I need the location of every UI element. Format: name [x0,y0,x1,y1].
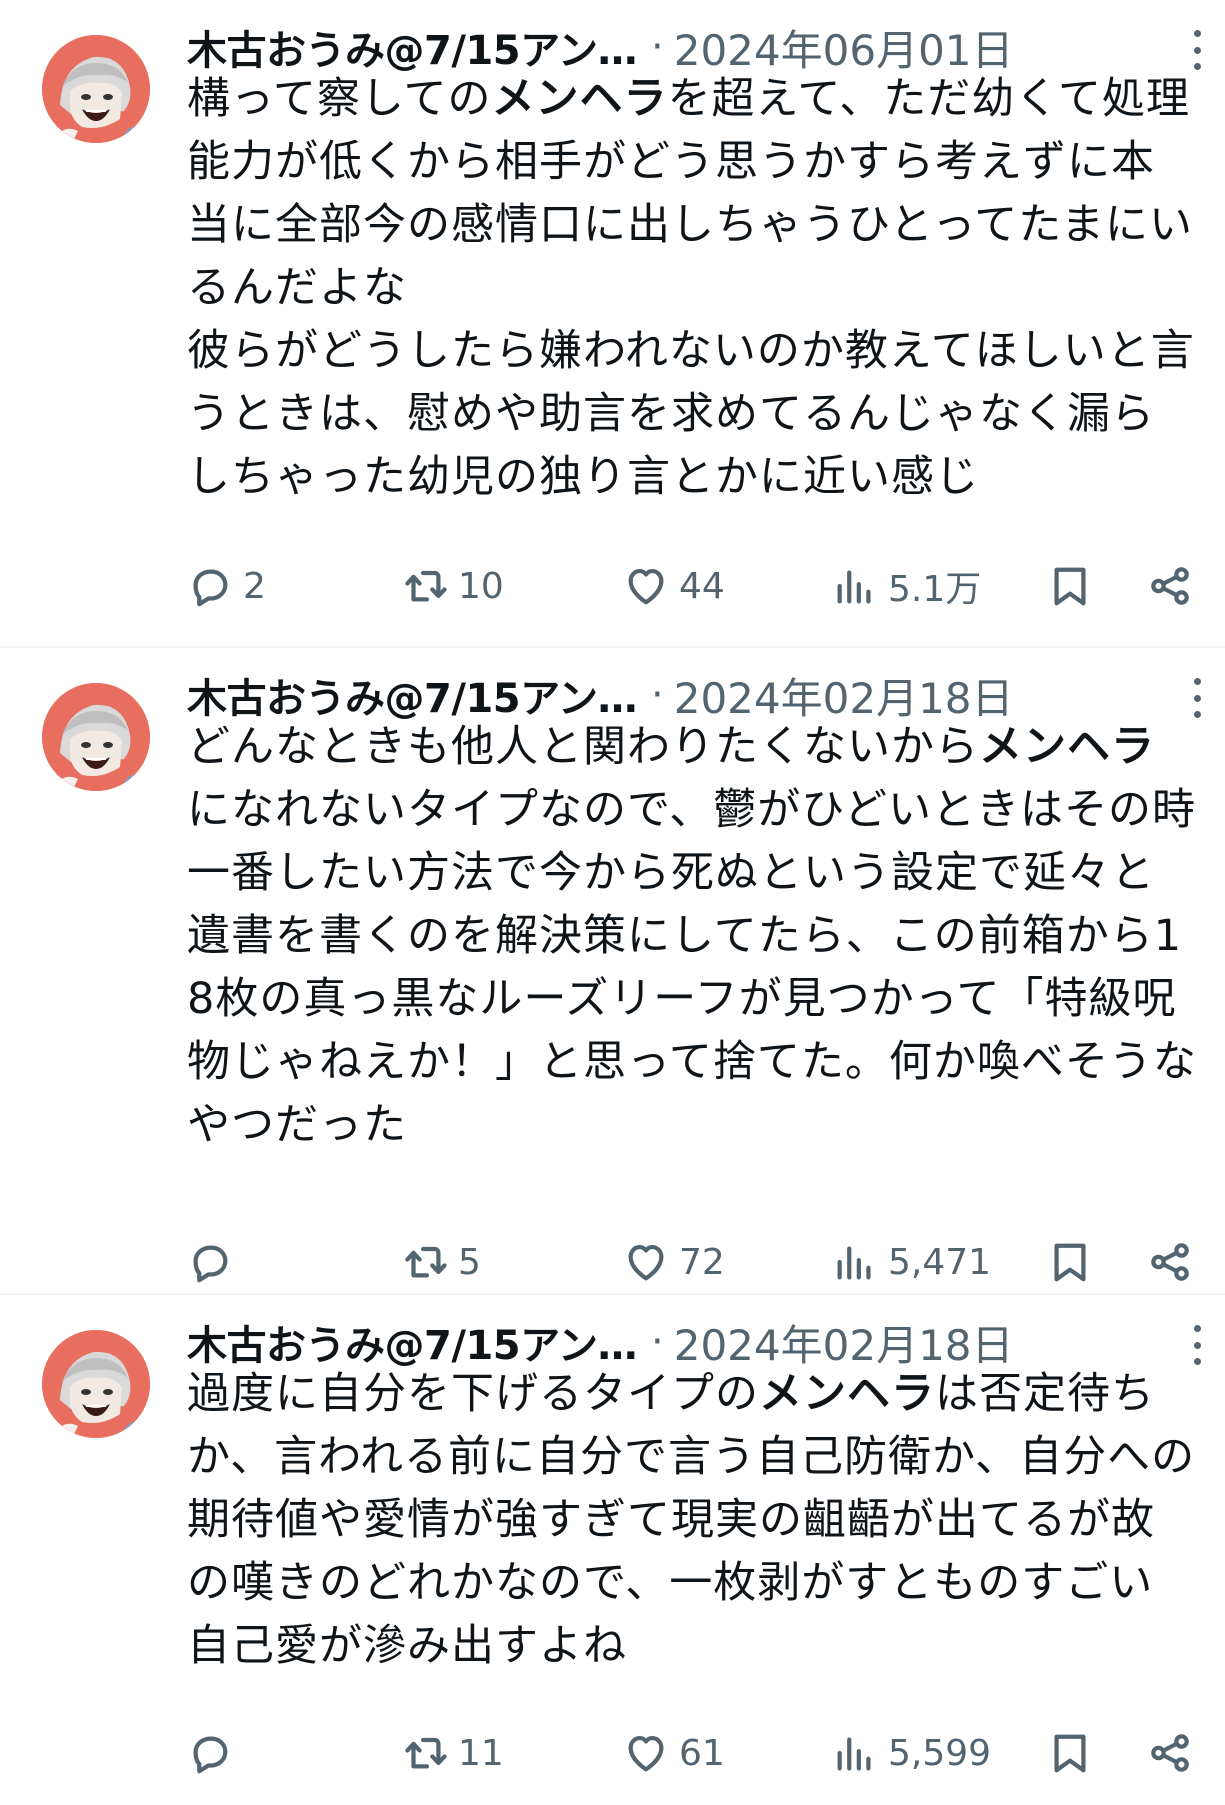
reply-button[interactable]: 2 [187,556,266,616]
view-count: 5,599 [888,1732,992,1774]
highlighted-keyword: メンヘラ [491,74,668,124]
like-button[interactable]: 44 [623,556,725,616]
reply-count: 2 [243,565,266,607]
like-icon [628,568,664,605]
avatar[interactable] [42,1330,150,1438]
like-count: 61 [679,1732,725,1774]
share-icon [1151,567,1189,605]
share-icon [1151,1734,1189,1772]
bookmark-icon [1054,567,1086,606]
reply-button[interactable] [187,1232,243,1292]
share-icon [1151,1243,1189,1281]
tweet-body: 構って察してのメンヘラを超えて、ただ幼くて処理能力が低くから相手がどう思うかすら… [187,74,1195,502]
header-separator: · [651,1319,664,1365]
like-icon [628,1244,664,1281]
retweet-icon [405,570,447,602]
avatar-illustration [42,683,150,791]
views-icon [837,1737,871,1771]
reply-button[interactable] [187,1723,243,1783]
like-count: 72 [679,1241,725,1283]
tweet-actions: 5 72 5,471 [187,1232,1215,1292]
bookmark-icon [1054,1734,1086,1773]
avatar-illustration [42,35,150,143]
share-button[interactable] [1147,1723,1193,1783]
avatar-illustration [42,1330,150,1438]
views-button[interactable]: 5.1万 [832,556,981,616]
share-button[interactable] [1147,556,1193,616]
retweet-button[interactable]: 11 [402,1723,504,1783]
tweet[interactable]: 木古おうみ@7/15アン… · 2024年02月18日 どんなときも他人と関わり… [0,648,1225,1296]
like-button[interactable]: 61 [623,1723,725,1783]
bookmark-button[interactable] [1047,1723,1093,1783]
more-options-icon[interactable] [1183,1325,1211,1365]
views-button[interactable]: 5,599 [832,1723,991,1783]
like-button[interactable]: 72 [623,1232,725,1292]
retweet-icon [405,1737,447,1769]
retweet-button[interactable]: 5 [402,1232,481,1292]
views-icon [837,570,871,604]
retweet-button[interactable]: 10 [402,556,504,616]
highlighted-keyword: メンヘラ [759,1369,935,1419]
like-icon [628,1735,664,1772]
retweet-count: 10 [458,565,504,607]
reply-icon [193,1245,228,1283]
view-count: 5.1万 [888,569,982,610]
tweet-body: 過度に自分を下げるタイプのメンヘラは否定待ちか、言われる前に自分で言う自己防衛か… [187,1369,1196,1671]
avatar[interactable] [42,683,150,791]
retweet-count: 5 [458,1241,481,1283]
reply-icon [193,569,228,607]
view-count: 5,471 [888,1241,992,1283]
tweet-body: どんなときも他人と関わりたくないからメンヘラになれないタイプなので、鬱がひどいと… [187,722,1197,1150]
highlighted-keyword: メンヘラ [979,722,1155,772]
views-button[interactable]: 5,471 [832,1232,991,1292]
reply-icon [193,1736,228,1774]
share-button[interactable] [1147,1232,1193,1292]
avatar[interactable] [42,35,150,143]
views-icon [837,1246,871,1280]
retweet-count: 11 [458,1732,504,1774]
tweet[interactable]: 木古おうみ@7/15アン… · 2024年02月18日 過度に自分を下げるタイプ… [0,1295,1225,1805]
bookmark-icon [1054,1243,1086,1282]
more-options-icon[interactable] [1183,678,1211,718]
tweet[interactable]: 木古おうみ@7/15アン… · 2024年06月01日 構って察してのメンヘラを… [0,0,1225,648]
like-count: 44 [679,565,725,607]
header-separator: · [651,672,664,718]
tweet-actions: 11 61 5,599 [187,1723,1215,1783]
more-options-icon[interactable] [1183,30,1211,70]
tweet-actions: 2 10 44 5.1万 [187,556,1215,616]
retweet-icon [405,1246,447,1278]
bookmark-button[interactable] [1047,1232,1093,1292]
bookmark-button[interactable] [1047,556,1093,616]
header-separator: · [651,24,664,70]
